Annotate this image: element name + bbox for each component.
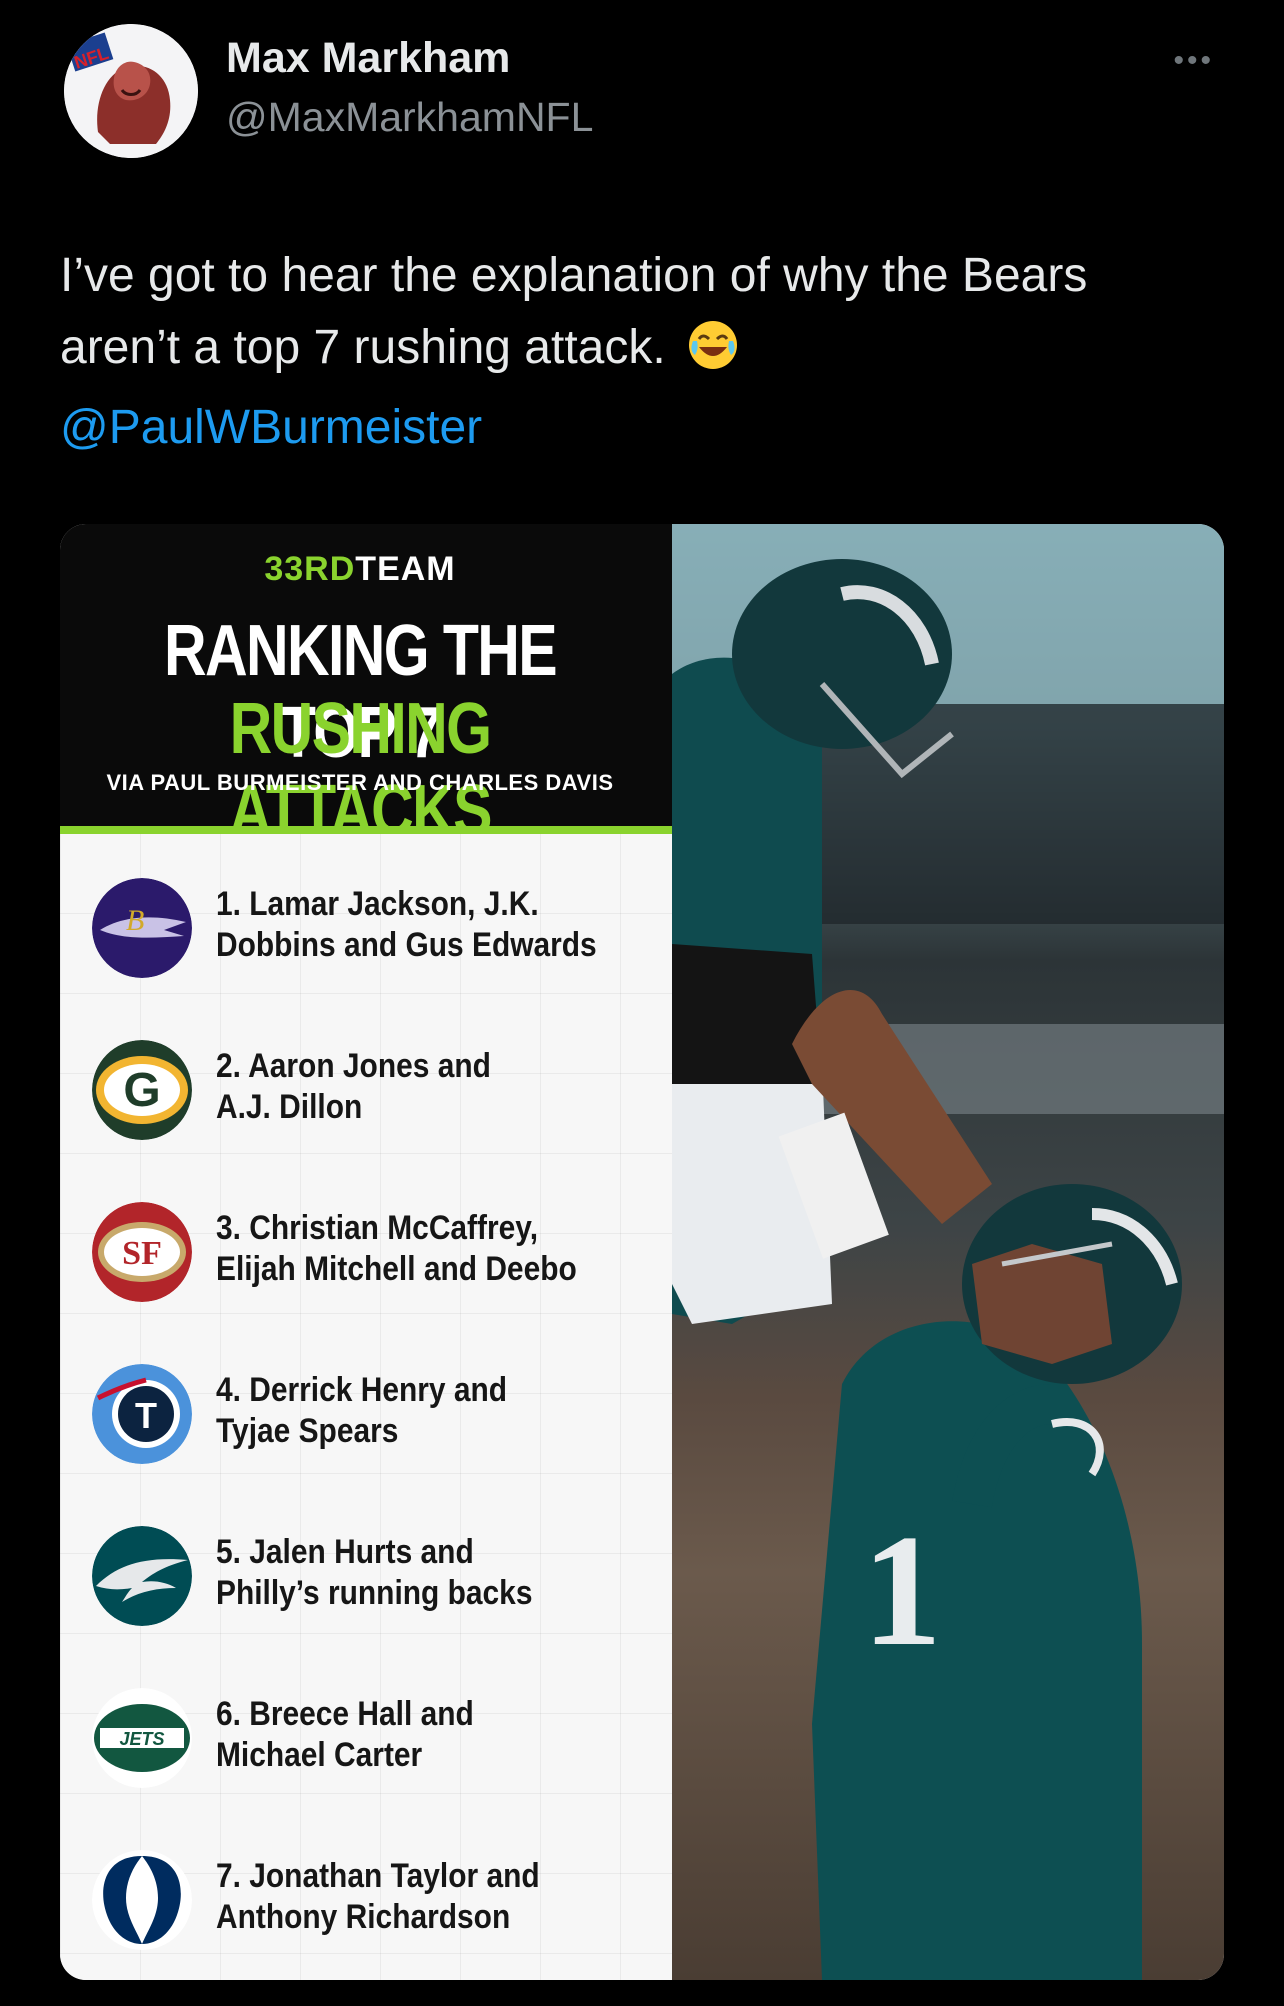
titans-logo-letter: T <box>135 1395 157 1436</box>
brand-prefix: 33RD <box>264 550 356 588</box>
author-handle[interactable]: @MaxMarkhamNFL <box>226 94 593 141</box>
rank-line-2: Elijah Mitchell and Deebo <box>216 1250 577 1288</box>
rank-text: 1. Lamar Jackson, J.K. Dobbins and Gus E… <box>216 884 612 966</box>
packers-logo-letter: G <box>123 1064 160 1117</box>
rank-text: 4. Derrick Henry and Tyjae Spears <box>216 1370 612 1452</box>
rank-text: 3. Christian McCaffrey, Elijah Mitchell … <box>216 1208 612 1290</box>
players-celebrating-illustration: 1 <box>672 524 1224 1980</box>
rank-line-1: 5. Jalen Hurts and <box>216 1533 474 1571</box>
49ers-logo-icon: SF <box>92 1202 192 1302</box>
list-item: SF 3. Christian McCaffrey, Elijah Mitche… <box>60 1190 672 1330</box>
tweet-header: NFL Max Markham @MaxMarkhamNFL ••• <box>64 24 1224 164</box>
packers-logo-icon: G <box>92 1040 192 1140</box>
rank-line-1: 7. Jonathan Taylor and <box>216 1857 540 1895</box>
brand-logo: 33RDTEAM <box>60 550 660 589</box>
author-name[interactable]: Max Markham <box>226 34 510 83</box>
via-credit: VIA PAUL BURMEISTER AND CHARLES DAVIS <box>106 770 614 795</box>
rank-text: 6. Breece Hall and Michael Carter <box>216 1694 612 1776</box>
list-item: 5. Jalen Hurts and Philly’s running back… <box>60 1514 672 1654</box>
rank-line-2: Anthony Richardson <box>216 1898 511 1936</box>
ravens-logo-icon: B <box>92 878 192 978</box>
jets-logo-icon: JETS <box>92 1688 192 1788</box>
tweet-text-line-2-text: aren’t a top 7 rushing attack. <box>60 321 666 374</box>
list-item: G 2. Aaron Jones and A.J. Dillon <box>60 1028 672 1168</box>
jersey-number: 1 <box>862 1501 942 1679</box>
rank-line-2: Dobbins and Gus Edwards <box>216 926 597 964</box>
eagles-logo-icon <box>92 1526 192 1626</box>
bear-avatar-icon: NFL <box>64 24 198 158</box>
face-with-tears-of-joy-icon <box>687 319 739 392</box>
mention-link[interactable]: @PaulWBurmeister <box>60 392 1240 464</box>
rank-text: 7. Jonathan Taylor and Anthony Richardso… <box>216 1856 612 1938</box>
tweet-text-line-2: aren’t a top 7 rushing attack. <box>60 312 1240 392</box>
colts-logo-icon <box>92 1850 192 1950</box>
rank-line-2: Michael Carter <box>216 1736 423 1774</box>
rankings-list: B 1. Lamar Jackson, J.K. Dobbins and Gus… <box>60 834 672 1980</box>
49ers-logo-letter: SF <box>122 1235 162 1272</box>
rank-line-1: 1. Lamar Jackson, J.K. <box>216 885 539 923</box>
tweet-image-card[interactable]: 33RDTEAM RANKING THE TOP 7 RUSHING ATTAC… <box>60 524 1224 1980</box>
avatar[interactable]: NFL <box>64 24 198 158</box>
rank-line-2: A.J. Dillon <box>216 1088 363 1126</box>
brand-suffix: TEAM <box>355 550 456 588</box>
titans-logo-icon: T <box>92 1364 192 1464</box>
rank-text: 5. Jalen Hurts and Philly’s running back… <box>216 1532 612 1614</box>
tweet-text-line-1: I’ve got to hear the explanation of why … <box>60 249 1088 302</box>
rank-line-1: 3. Christian McCaffrey, <box>216 1209 539 1247</box>
svg-text:B: B <box>126 904 144 937</box>
rank-line-2: Philly’s running backs <box>216 1574 533 1612</box>
football-photo: 1 <box>672 524 1224 1980</box>
list-item: B 1. Lamar Jackson, J.K. Dobbins and Gus… <box>60 866 672 1006</box>
rank-line-1: 4. Derrick Henry and <box>216 1371 508 1409</box>
more-options-icon[interactable]: ••• <box>1173 44 1214 78</box>
divider-line <box>60 826 672 834</box>
rank-line-2: Tyjae Spears <box>216 1412 399 1450</box>
list-item: JETS 6. Breece Hall and Michael Carter <box>60 1676 672 1816</box>
list-item: T 4. Derrick Henry and Tyjae Spears <box>60 1352 672 1492</box>
rank-line-1: 6. Breece Hall and <box>216 1695 474 1733</box>
rank-text: 2. Aaron Jones and A.J. Dillon <box>216 1046 612 1128</box>
jets-logo-letter: JETS <box>119 1729 164 1749</box>
rank-line-1: 2. Aaron Jones and <box>216 1047 491 1085</box>
list-item: 7. Jonathan Taylor and Anthony Richardso… <box>60 1838 672 1978</box>
tweet-text: I’ve got to hear the explanation of why … <box>60 240 1240 464</box>
card-header: 33RDTEAM RANKING THE TOP 7 RUSHING ATTAC… <box>60 524 672 851</box>
